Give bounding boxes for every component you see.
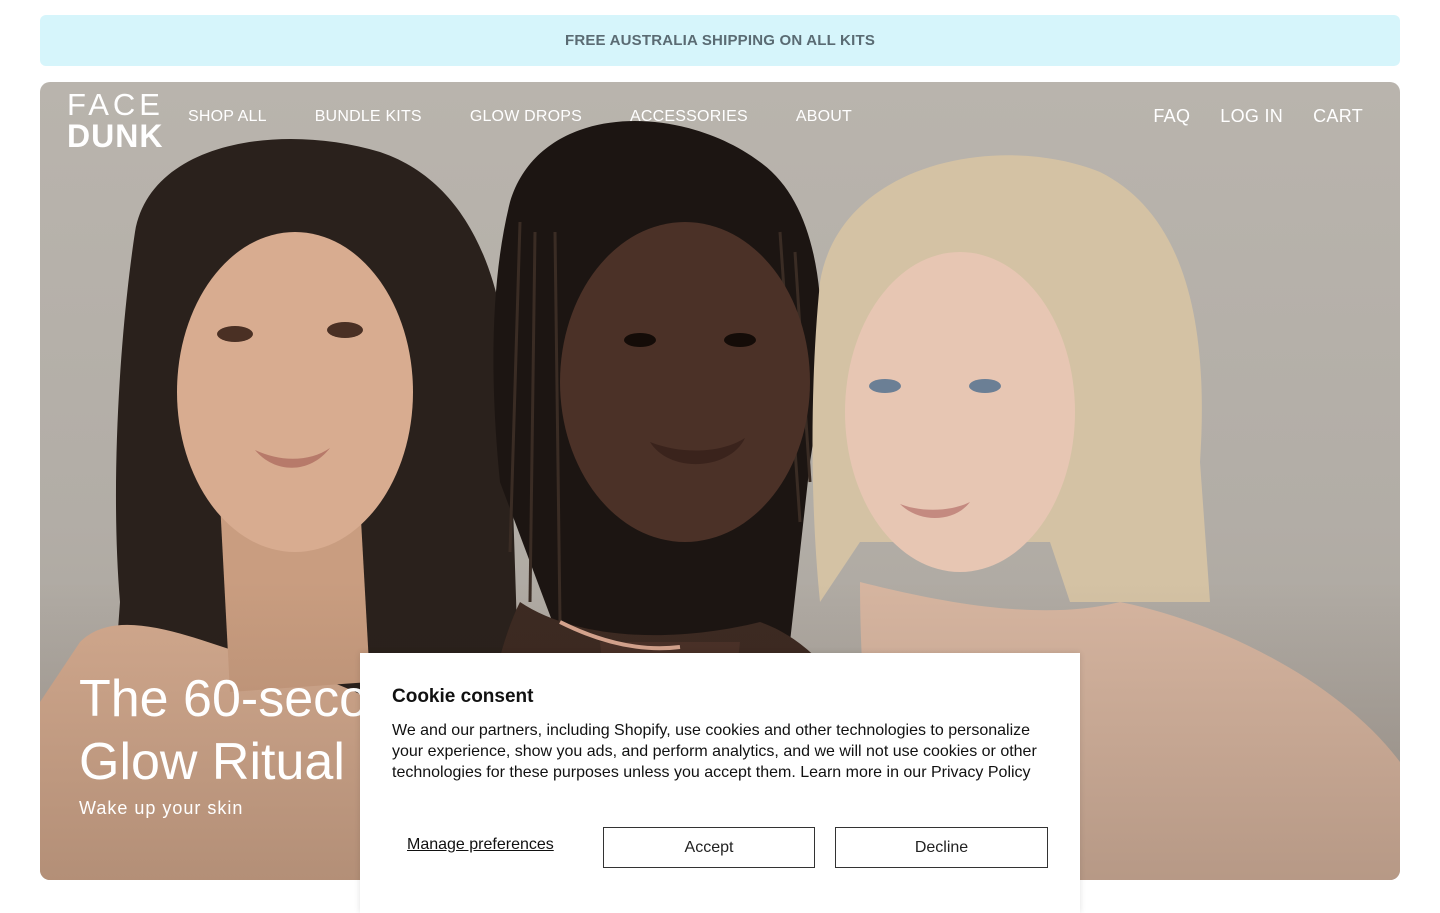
nav-shop-all[interactable]: SHOP ALL: [188, 108, 267, 126]
decline-button[interactable]: Decline: [835, 827, 1048, 868]
nav-about[interactable]: ABOUT: [796, 108, 852, 126]
main-nav: SHOP ALL BUNDLE KITS GLOW DROPS ACCESSOR…: [188, 108, 900, 126]
announcement-text: FREE AUSTRALIA SHIPPING ON ALL KITS: [564, 32, 876, 49]
nav-glow-drops[interactable]: GLOW DROPS: [470, 108, 582, 126]
logo-line-1: FACE: [67, 87, 164, 122]
cookie-title: Cookie consent: [392, 686, 534, 707]
hero-subheading: Wake up your skin: [79, 798, 244, 818]
accept-button[interactable]: Accept: [603, 827, 815, 868]
nav-log-in[interactable]: LOG IN: [1220, 106, 1283, 127]
nav-bundle-kits[interactable]: BUNDLE KITS: [315, 108, 422, 126]
manage-preferences-link[interactable]: Manage preferences: [407, 836, 554, 854]
announcement-bar: FREE AUSTRALIA SHIPPING ON ALL KITS: [40, 15, 1400, 66]
logo-line-2: DUNK: [67, 118, 164, 154]
nav-faq[interactable]: FAQ: [1153, 106, 1190, 127]
utility-nav: FAQ LOG IN CART: [1123, 106, 1363, 127]
nav-accessories[interactable]: ACCESSORIES: [630, 108, 748, 126]
nav-cart[interactable]: CART: [1313, 106, 1363, 127]
cookie-consent-dialog: Cookie consent We and our partners, incl…: [360, 653, 1080, 913]
brand-logo[interactable]: FACE DUNK: [67, 89, 164, 152]
cookie-body: We and our partners, including Shopify, …: [392, 722, 1037, 781]
